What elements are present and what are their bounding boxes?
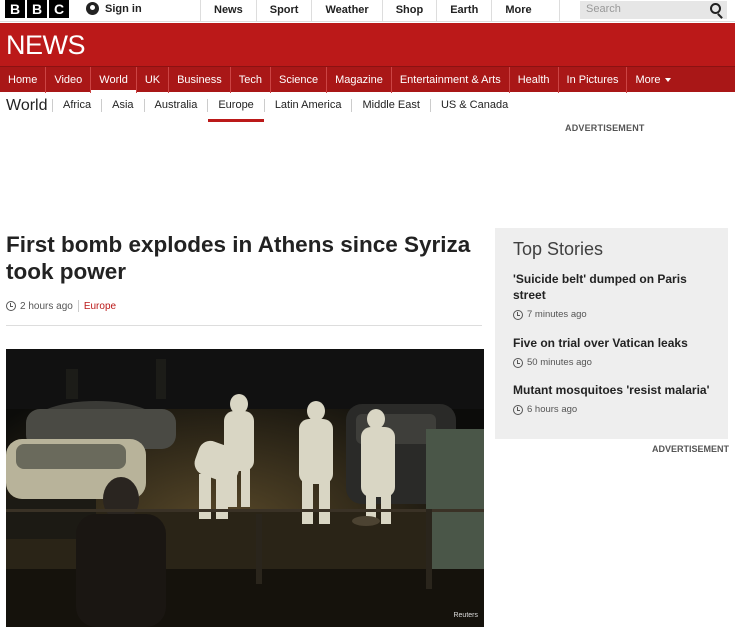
region-africa[interactable]: Africa	[52, 99, 101, 112]
section-nav: Home Video World UK Business Tech Scienc…	[0, 66, 735, 93]
clock-icon	[6, 301, 16, 311]
section-more[interactable]: More	[627, 67, 678, 93]
global-nav: News Sport Weather Shop Earth More	[200, 0, 561, 22]
section-entertainment-arts[interactable]: Entertainment & Arts	[392, 67, 510, 93]
advertisement-label-side: ADVERTISEMENT	[652, 444, 730, 454]
global-nav-earth[interactable]: Earth	[436, 0, 491, 22]
region-europe[interactable]: Europe	[207, 99, 265, 122]
region-us-canada[interactable]: US & Canada	[429, 99, 518, 112]
bbc-logo[interactable]: B B C	[5, 0, 69, 18]
global-nav-shop[interactable]: Shop	[381, 0, 437, 22]
meta-divider	[77, 300, 79, 312]
headline-divider	[6, 325, 482, 326]
search-icon[interactable]	[710, 3, 721, 14]
top-story-item[interactable]: Five on trial over Vatican leaks 50 minu…	[513, 335, 718, 368]
top-story-headline[interactable]: 'Suicide belt' dumped on Paris street	[513, 271, 718, 303]
region-asia[interactable]: Asia	[101, 99, 143, 112]
article-section-link[interactable]: Europe	[84, 301, 116, 312]
news-brand-logo[interactable]: NEWS	[6, 30, 86, 61]
section-business[interactable]: Business	[169, 67, 231, 93]
news-banner: NEWS	[0, 23, 735, 66]
user-icon	[86, 2, 99, 15]
sign-in-link[interactable]: Sign in	[86, 2, 142, 15]
logo-letter-c: C	[49, 0, 69, 18]
search-box[interactable]: Search	[580, 1, 727, 19]
photo-credit: Reuters	[453, 612, 478, 619]
global-nav-sport[interactable]: Sport	[255, 0, 312, 22]
region-australia[interactable]: Australia	[143, 99, 208, 112]
section-video[interactable]: Video	[46, 67, 92, 93]
top-stories-panel: Top Stories 'Suicide belt' dumped on Par…	[495, 228, 728, 439]
article-time: 2 hours ago	[20, 300, 73, 312]
global-top-bar: B B C Sign in News Sport Weather Shop Ea…	[0, 0, 735, 22]
top-story-item[interactable]: Mutant mosquitoes 'resist malaria' 6 hou…	[513, 382, 718, 415]
global-nav-more[interactable]: More	[491, 0, 561, 22]
search-input[interactable]: Search	[586, 3, 621, 15]
clock-icon	[513, 404, 523, 415]
top-story-headline[interactable]: Five on trial over Vatican leaks	[513, 335, 718, 351]
clock-icon	[513, 357, 523, 368]
logo-letter-b2: B	[27, 0, 47, 18]
global-nav-news[interactable]: News	[200, 0, 256, 22]
region-middle-east[interactable]: Middle East	[351, 99, 429, 112]
section-world[interactable]: World	[91, 67, 137, 93]
top-story-time-label: 7 minutes ago	[527, 309, 587, 320]
section-uk[interactable]: UK	[137, 67, 170, 93]
section-magazine[interactable]: Magazine	[327, 67, 392, 93]
article-headline: First bomb explodes in Athens since Syri…	[6, 232, 471, 284]
advertisement-label-top: ADVERTISEMENT	[565, 123, 645, 133]
article-photo: Reuters	[6, 349, 484, 627]
top-story-time-label: 50 minutes ago	[527, 357, 592, 368]
top-story-time: 6 hours ago	[513, 404, 718, 415]
section-health[interactable]: Health	[510, 67, 559, 93]
subnav-title[interactable]: World	[6, 97, 48, 115]
section-home[interactable]: Home	[0, 67, 47, 93]
top-story-item[interactable]: 'Suicide belt' dumped on Paris street 7 …	[513, 271, 718, 320]
top-stories-title: Top Stories	[513, 239, 604, 259]
top-story-headline[interactable]: Mutant mosquitoes 'resist malaria'	[513, 382, 718, 398]
top-story-time: 50 minutes ago	[513, 357, 718, 368]
clock-icon	[513, 309, 523, 320]
article-meta: 2 hours ago Europe	[6, 300, 116, 312]
logo-letter-b1: B	[5, 0, 25, 18]
section-tech[interactable]: Tech	[231, 67, 271, 93]
chevron-down-icon	[664, 78, 671, 83]
world-subnav: World Africa Asia Australia Europe Latin…	[0, 93, 735, 122]
region-latin-america[interactable]: Latin America	[263, 99, 352, 112]
global-nav-weather[interactable]: Weather	[311, 0, 381, 22]
top-story-time-label: 6 hours ago	[527, 404, 578, 415]
section-science[interactable]: Science	[271, 67, 328, 93]
section-in-pictures[interactable]: In Pictures	[559, 67, 628, 93]
top-story-time: 7 minutes ago	[513, 309, 718, 320]
section-more-label: More	[635, 74, 661, 86]
forensic-scene-image	[6, 349, 484, 627]
sign-in-label: Sign in	[105, 2, 142, 15]
